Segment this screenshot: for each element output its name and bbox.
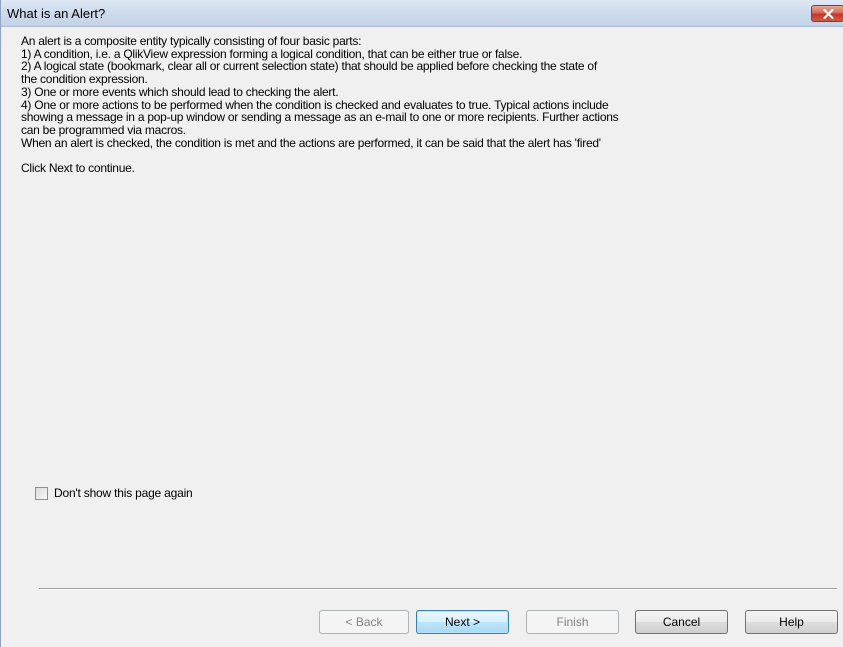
description-line: When an alert is checked, the condition … bbox=[21, 135, 601, 150]
separator-line bbox=[39, 588, 837, 590]
continue-instruction: Click Next to continue. bbox=[21, 161, 135, 176]
description-line: An alert is a composite entity typically… bbox=[21, 34, 362, 48]
window-title: What is an Alert? bbox=[7, 6, 106, 21]
back-button[interactable]: < Back bbox=[319, 610, 409, 634]
finish-button[interactable]: Finish bbox=[526, 610, 619, 634]
description-line: 3) One or more events which should lead … bbox=[21, 84, 339, 99]
close-icon bbox=[823, 9, 834, 19]
description-text: An alert is a composite entity typically… bbox=[21, 35, 821, 175]
dont-show-again-option[interactable]: Don't show this page again bbox=[35, 486, 193, 500]
dialog-window: What is an Alert? An alert is a composit… bbox=[0, 0, 843, 647]
dont-show-again-label[interactable]: Don't show this page again bbox=[54, 486, 193, 500]
cancel-button[interactable]: Cancel bbox=[635, 610, 728, 634]
description-line: the condition expression. bbox=[21, 72, 148, 87]
close-button[interactable] bbox=[811, 5, 843, 22]
help-button[interactable]: Help bbox=[745, 610, 838, 634]
description-line: can be programmed via macros. bbox=[21, 122, 186, 137]
next-button[interactable]: Next > bbox=[416, 610, 509, 634]
title-bar[interactable]: What is an Alert? bbox=[1, 0, 843, 27]
dont-show-again-checkbox[interactable] bbox=[35, 486, 48, 500]
